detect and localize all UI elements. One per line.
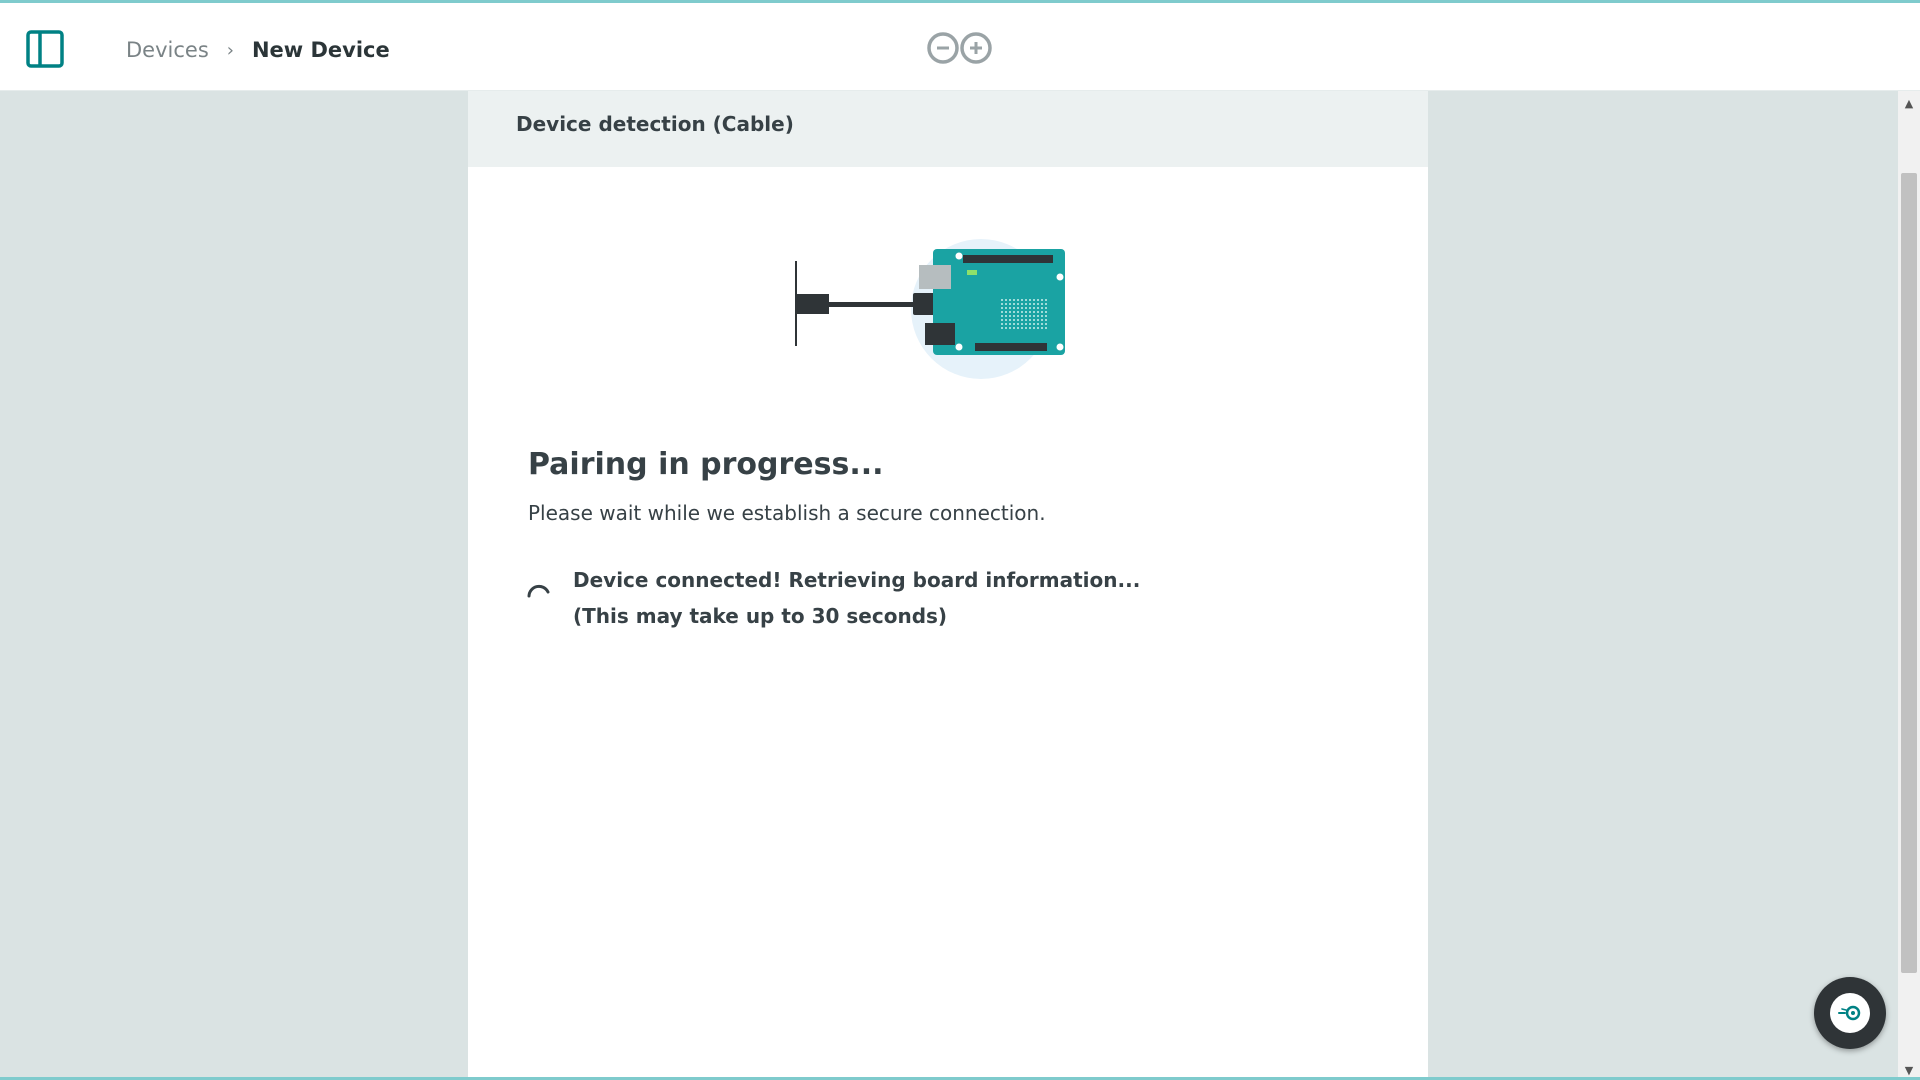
usb-cable-board-illustration	[793, 231, 1093, 381]
loading-spinner-icon	[526, 582, 552, 608]
pairing-status: Device connected! Retrieving board infor…	[573, 562, 1140, 634]
card-title: Device detection (Cable)	[516, 112, 794, 136]
scrollbar-thumb[interactable]	[1901, 173, 1917, 973]
chat-assistant-icon	[1830, 993, 1870, 1033]
pairing-title: Pairing in progress...	[528, 447, 884, 482]
device-detection-card: Device detection (Cable) Pairing in prog…	[468, 91, 1428, 1080]
pairing-subtitle: Please wait while we establish a secure …	[528, 501, 1046, 525]
pairing-status-line2: (This may take up to 30 seconds)	[573, 604, 948, 628]
pairing-status-line1: Device connected! Retrieving board infor…	[573, 568, 1141, 592]
chat-assistant-button[interactable]	[1814, 977, 1886, 1049]
sidebar-toggle-icon[interactable]	[25, 29, 65, 69]
main-content: Device detection (Cable) Pairing in prog…	[0, 91, 1898, 1080]
vertical-scrollbar[interactable]: ▲ ▼	[1898, 91, 1920, 1080]
scroll-down-arrow-icon[interactable]: ▼	[1898, 1062, 1920, 1078]
breadcrumb-devices-link[interactable]: Devices	[126, 38, 209, 62]
arduino-logo-icon	[925, 31, 995, 65]
breadcrumb-current: New Device	[251, 38, 390, 62]
app-header: Devices › New Device	[0, 3, 1920, 91]
scroll-up-arrow-icon[interactable]: ▲	[1898, 95, 1920, 111]
breadcrumb: Devices › New Device	[126, 33, 390, 67]
chevron-right-icon: ›	[226, 39, 234, 61]
card-header: Device detection (Cable)	[468, 91, 1428, 167]
